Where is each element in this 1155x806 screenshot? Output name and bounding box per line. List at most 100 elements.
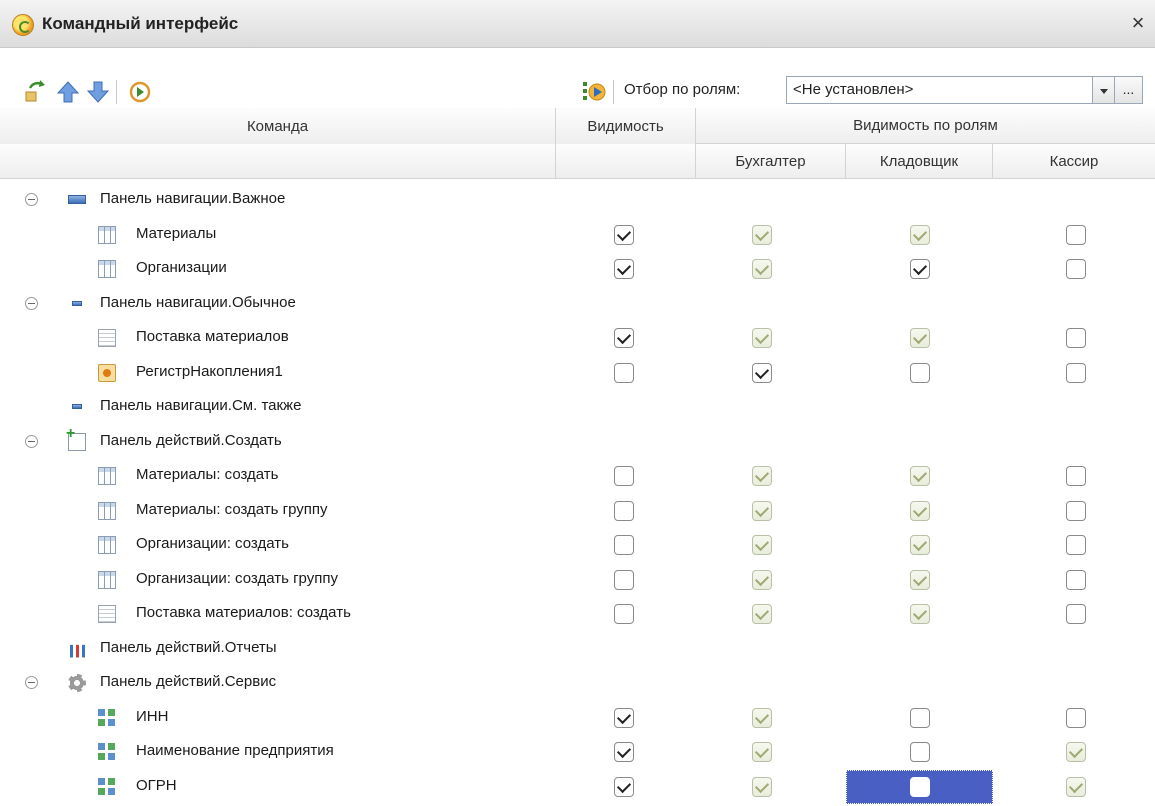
collapse-toggle-icon[interactable] [25, 676, 38, 689]
command-row[interactable]: Организации: создать группу [0, 563, 1155, 597]
role-filter-choose-button[interactable]: ... [1115, 76, 1143, 104]
column-header-command-bottom [0, 144, 556, 179]
move-up-icon[interactable] [54, 78, 82, 106]
role-visibility-checkbox-storekeeper[interactable] [910, 604, 930, 624]
column-header-visibility-by-roles-label: Видимость по ролям [853, 117, 998, 134]
command-row[interactable]: Организации [0, 252, 1155, 286]
refresh-icon[interactable] [126, 78, 154, 106]
visibility-checkbox[interactable] [614, 224, 634, 245]
command-row[interactable]: Материалы [0, 218, 1155, 252]
role-visibility-checkbox-storekeeper[interactable] [910, 259, 930, 279]
visibility-checkbox[interactable] [614, 604, 634, 624]
command-row[interactable]: Наименование предприятия [0, 735, 1155, 769]
role-visibility-checkbox-cashier[interactable] [1066, 362, 1086, 383]
command-row[interactable]: Материалы: создать группу [0, 494, 1155, 528]
group-row[interactable]: Панель навигации.См. также [0, 390, 1155, 424]
group-row[interactable]: Панель действий.Отчеты [0, 632, 1155, 666]
visibility-checkbox[interactable] [614, 707, 634, 728]
command-row[interactable]: Поставка материалов: создать [0, 597, 1155, 631]
role-visibility-checkbox-accountant[interactable] [752, 500, 772, 521]
role-visibility-checkbox-storekeeper[interactable] [910, 500, 930, 521]
collapse-toggle-icon[interactable] [25, 193, 38, 206]
command-row[interactable]: Организации: создать [0, 528, 1155, 562]
role-visibility-checkbox-accountant[interactable] [752, 742, 772, 762]
group-row[interactable]: Панель действий.Сервис [0, 666, 1155, 700]
role-visibility-checkbox-cashier[interactable] [1066, 776, 1086, 797]
command-row[interactable]: РегистрНакопления1 [0, 356, 1155, 390]
role-visibility-checkbox-cashier[interactable] [1066, 259, 1086, 279]
column-header-command-label: Команда [246, 117, 309, 135]
command-label: Организации [136, 259, 227, 276]
role-visibility-checkbox-storekeeper[interactable] [910, 535, 930, 555]
apply-filter-icon[interactable] [580, 78, 608, 106]
role-visibility-checkbox-cashier[interactable] [1066, 466, 1086, 486]
column-header-visibility[interactable]: Видимость [556, 108, 696, 144]
role-visibility-checkbox-accountant[interactable] [752, 466, 772, 486]
visibility-checkbox[interactable] [614, 362, 634, 383]
role-visibility-checkbox-storekeeper[interactable] [910, 328, 930, 348]
role-visibility-checkbox-accountant[interactable] [752, 707, 772, 728]
role-visibility-checkbox-cashier[interactable] [1066, 569, 1086, 590]
role-visibility-checkbox-storekeeper[interactable] [910, 362, 930, 383]
role-visibility-checkbox-cashier[interactable] [1066, 742, 1086, 762]
role-filter-input[interactable]: <Не установлен> [786, 76, 1093, 104]
role-visibility-checkbox-storekeeper[interactable] [910, 224, 930, 245]
column-header-role-storekeeper[interactable]: Кладовщик [846, 144, 993, 179]
command-row[interactable]: Поставка материалов [0, 321, 1155, 355]
visibility-checkbox[interactable] [614, 259, 634, 279]
command-row[interactable]: ОГРН [0, 769, 1155, 804]
role-visibility-checkbox-cashier[interactable] [1066, 328, 1086, 348]
visibility-checkbox[interactable] [614, 328, 634, 348]
role-visibility-checkbox-cashier[interactable] [1066, 604, 1086, 624]
role-visibility-checkbox-storekeeper[interactable] [910, 776, 930, 797]
command-label: Материалы [136, 224, 217, 242]
attribute-icon [98, 708, 116, 727]
command-row[interactable]: ИНН [0, 701, 1155, 735]
column-header-role-accountant[interactable]: Бухгалтер [696, 144, 846, 179]
visibility-checkbox[interactable] [614, 569, 634, 590]
role-visibility-checkbox-accountant[interactable] [752, 328, 772, 348]
role-filter-dropdown-button[interactable] [1093, 76, 1115, 104]
move-to-group-icon[interactable] [22, 78, 50, 106]
role-filter-value: <Не установлен> [793, 81, 914, 98]
role-visibility-checkbox-accountant[interactable] [752, 259, 772, 279]
visibility-checkbox[interactable] [614, 535, 634, 555]
document-icon [98, 329, 116, 347]
column-header-role-cashier[interactable]: Кассир [993, 144, 1155, 179]
role-visibility-checkbox-storekeeper[interactable] [910, 569, 930, 590]
role-visibility-checkbox-accountant[interactable] [752, 362, 772, 383]
group-row[interactable]: Панель действий.Создать [0, 425, 1155, 459]
visibility-checkbox[interactable] [614, 500, 634, 521]
toolbar-separator [116, 80, 117, 104]
role-visibility-checkbox-storekeeper[interactable] [910, 707, 930, 728]
column-header-visibility-bottom [556, 144, 696, 179]
command-label: ИНН [136, 707, 169, 725]
service-gear-icon [68, 674, 86, 692]
catalog-table-icon [98, 536, 116, 554]
role-visibility-checkbox-cashier[interactable] [1066, 224, 1086, 245]
group-row[interactable]: Панель навигации.Обычное [0, 287, 1155, 321]
role-visibility-checkbox-storekeeper[interactable] [910, 466, 930, 486]
collapse-toggle-icon[interactable] [25, 434, 38, 448]
move-down-icon[interactable] [84, 78, 112, 106]
role-visibility-checkbox-accountant[interactable] [752, 776, 772, 797]
navigation-panel-icon [72, 300, 82, 306]
visibility-checkbox[interactable] [614, 742, 634, 762]
close-button[interactable]: × [1125, 10, 1151, 36]
role-visibility-checkbox-storekeeper[interactable] [910, 742, 930, 762]
command-label: Материалы: создать [136, 466, 279, 483]
role-visibility-checkbox-accountant[interactable] [752, 604, 772, 624]
group-row[interactable]: Панель навигации.Важное [0, 183, 1155, 217]
role-visibility-checkbox-accountant[interactable] [752, 569, 772, 590]
visibility-checkbox[interactable] [614, 466, 634, 486]
visibility-checkbox[interactable] [614, 776, 634, 797]
role-visibility-checkbox-cashier[interactable] [1066, 500, 1086, 521]
role-visibility-checkbox-accountant[interactable] [752, 224, 772, 245]
role-visibility-checkbox-accountant[interactable] [752, 535, 772, 555]
role-visibility-checkbox-cashier[interactable] [1066, 535, 1086, 555]
title-bar: Командный интерфейс × [0, 0, 1155, 48]
role-visibility-checkbox-cashier[interactable] [1066, 707, 1086, 728]
command-row[interactable]: Материалы: создать [0, 459, 1155, 493]
collapse-toggle-icon[interactable] [25, 296, 38, 310]
column-header-command[interactable]: Команда [0, 108, 556, 144]
